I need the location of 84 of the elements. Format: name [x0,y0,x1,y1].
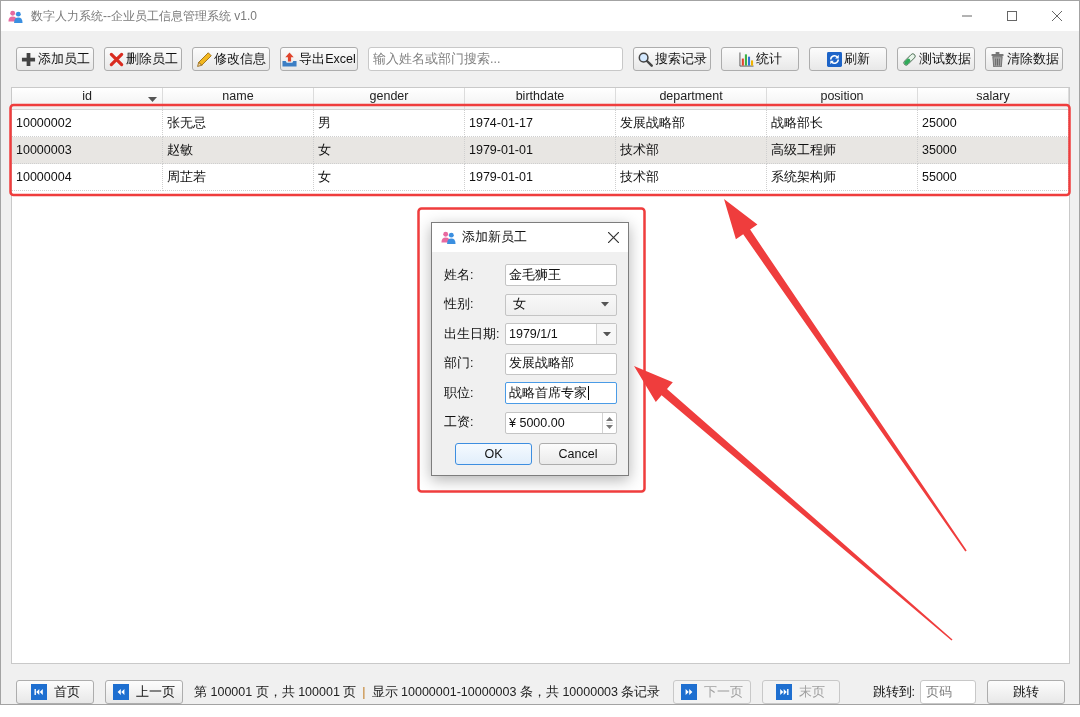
spin-box[interactable]: ¥ 5000.00 [505,411,617,434]
page-number-field[interactable]: 页码 [920,680,976,704]
bar-chart-icon [738,51,754,67]
field-label: 工资: [444,414,475,431]
table-cell: 女 [314,137,465,164]
text-field[interactable]: 金毛狮王 [505,264,617,286]
plus-icon [20,51,36,67]
toolbar-button[interactable]: 搜索记录 [633,47,711,71]
cross-icon [108,51,124,67]
text-field[interactable]: 发展战略部 [505,352,617,375]
toolbar-button[interactable]: 修改信息 [192,47,270,71]
table-cell: 25000 [918,110,1069,137]
toolbar-button[interactable]: 刷新 [809,47,887,71]
caret-icon [602,331,611,337]
column-header[interactable]: id [12,88,163,109]
window-title: 数字人力系统--企业员工信息管理系统 v1.0 [31,7,257,25]
column-header[interactable]: position [767,88,918,109]
column-header[interactable]: salary [918,88,1069,109]
date-field[interactable]: 1979/1/1 [505,323,617,345]
table-cell: 1979-01-01 [465,137,616,164]
text-cursor-icon [588,386,589,400]
table-cell: 周芷若 [163,164,314,191]
last-page-icon [776,684,792,700]
page-info: 第 100001 页，共 100001 页 [194,683,357,701]
text-field[interactable]: 战略首席专家 [505,382,617,404]
table-cell: 35000 [918,137,1069,164]
dialog-button[interactable]: OK [455,442,532,465]
people-icon [441,231,456,244]
dialog-button[interactable]: Cancel [539,442,617,465]
pencil-icon [196,51,212,67]
field-label: 性别: [444,296,475,313]
caret-icon [601,302,609,307]
jump-label: 跳转到: [872,683,915,701]
search-icon [637,51,653,67]
separator: | [362,685,366,699]
pager-button[interactable]: 上一页 [105,680,183,704]
toolbar-button[interactable]: 测试数据 [897,47,975,71]
trash-icon [989,51,1005,67]
table-cell: 技术部 [616,137,767,164]
table-cell: 技术部 [616,164,767,191]
toolbar-button[interactable]: 统计 [721,47,799,71]
jump-button[interactable]: 跳转 [987,680,1065,704]
table-cell: 战略部长 [767,110,918,137]
field-label: 职位: [444,384,475,402]
close-icon [1051,11,1062,21]
pager-button[interactable]: 首页 [16,680,94,704]
first-page-icon [30,684,47,700]
table-cell: 女 [314,164,465,191]
column-header[interactable]: name [163,88,314,109]
column-header[interactable]: department [616,88,767,109]
field-label: 部门: [444,355,475,372]
table-cell: 男 [314,110,465,137]
spin-arrows-icon [606,415,613,430]
toolbar-button[interactable]: 添加员工 [16,47,94,71]
maximize-icon [1006,11,1017,21]
column-header[interactable]: birthdate [465,88,616,109]
table-cell: 10000002 [12,110,163,137]
toolbar-button[interactable]: 清除数据 [985,47,1063,71]
table-cell: 张无忌 [163,110,314,137]
table-cell: 1974-01-17 [465,110,616,137]
range-info: 显示 10000001-10000003 条，共 10000003 条记录 [371,683,661,701]
table-cell: 10000003 [12,137,163,164]
close-icon [607,232,619,243]
table-cell: 赵敏 [163,137,314,164]
table-cell: 10000004 [12,164,163,191]
dialog-title: 添加新员工 [462,229,527,246]
table-cell: 1979-01-01 [465,164,616,191]
refresh-icon [826,51,842,67]
toolbar-button[interactable]: 删除员工 [104,47,182,71]
table-cell: 高级工程师 [767,137,918,164]
tray-upload-icon [282,51,298,67]
column-header[interactable]: gender [314,88,465,109]
toolbar-button[interactable]: 导出Excel [280,47,358,71]
next-page-icon [680,684,697,700]
test-tube-icon [901,51,917,67]
table-cell: 55000 [918,164,1069,191]
combo-box[interactable]: 女 [505,293,617,316]
field-label: 出生日期: [444,325,501,343]
previous-page-icon [113,684,129,700]
search-field[interactable]: 输入姓名或部门搜索... [368,47,623,71]
table-cell: 系统架构师 [767,164,918,191]
table-cell: 发展战略部 [616,110,767,137]
people-icon [8,9,23,23]
field-label: 姓名: [444,266,475,284]
